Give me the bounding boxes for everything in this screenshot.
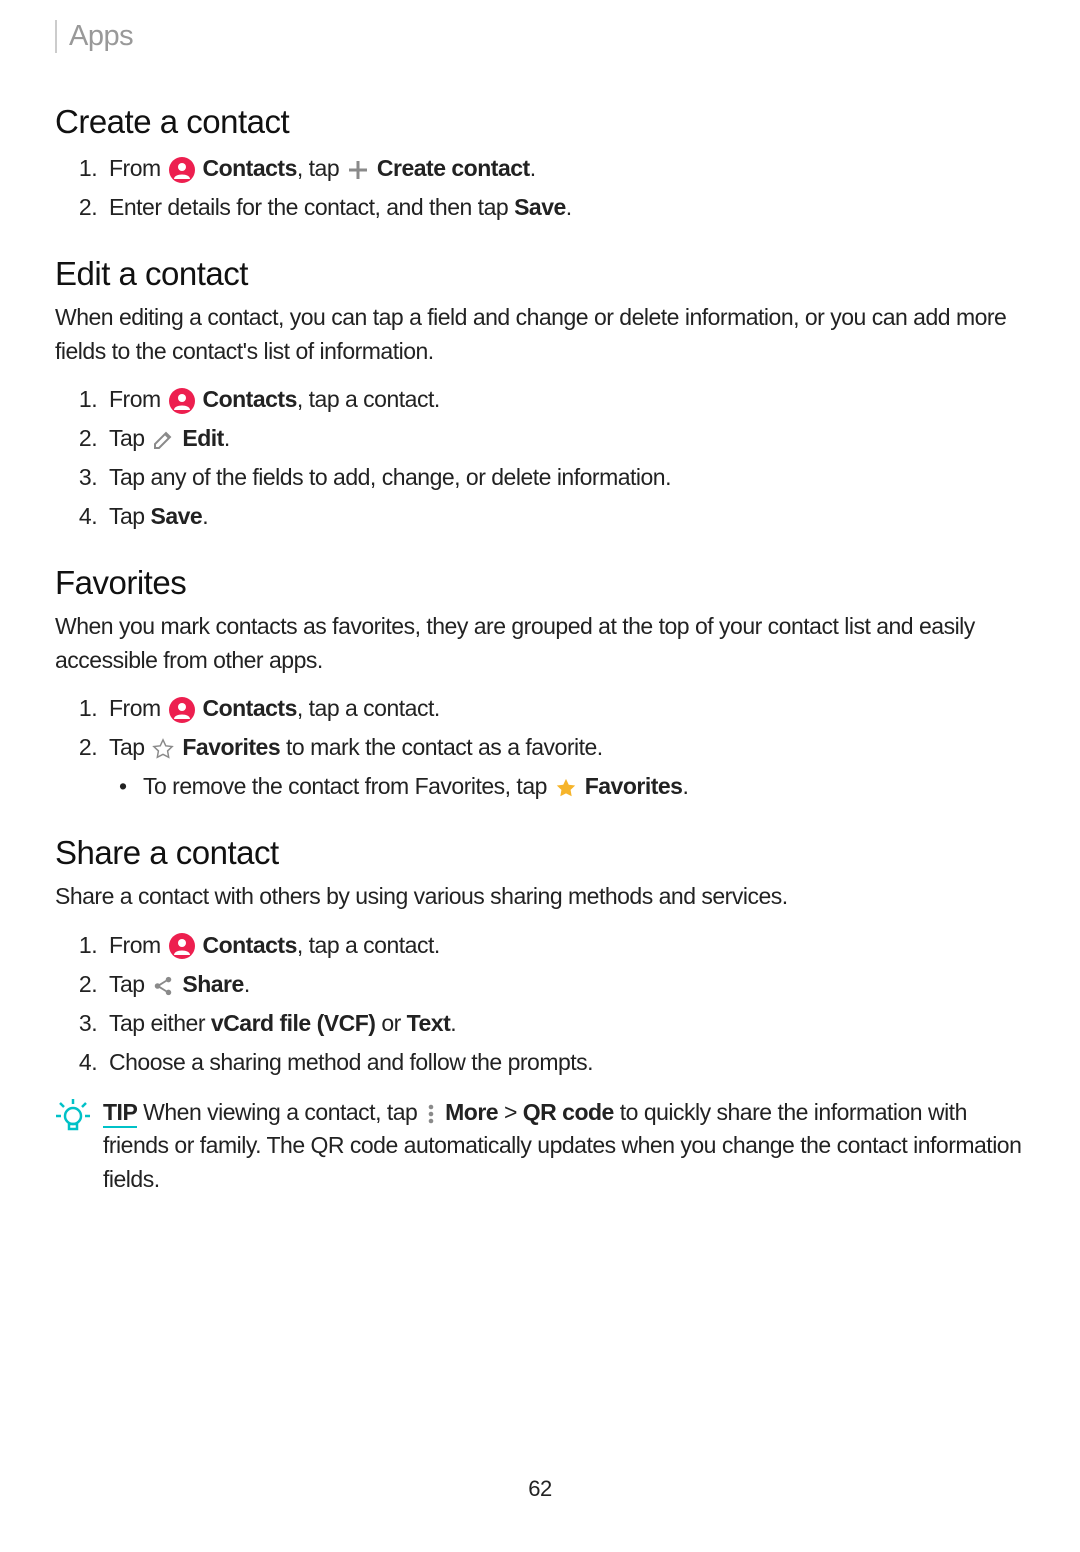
- breadcrumb: Apps: [55, 20, 1025, 53]
- plus-icon: [347, 159, 369, 181]
- favorites-desc: When you mark contacts as favorites, the…: [55, 610, 1025, 677]
- contacts-icon: [169, 157, 195, 183]
- page-content: Apps Create a contact From Contacts, tap…: [0, 0, 1080, 1552]
- contacts-icon: [169, 697, 195, 723]
- contacts-icon: [169, 933, 195, 959]
- edit-step-1: From Contacts, tap a contact.: [103, 380, 1025, 419]
- lightbulb-icon: [55, 1098, 91, 1139]
- heading-edit: Edit a contact: [55, 255, 1025, 293]
- share-step-4: Choose a sharing method and follow the p…: [103, 1043, 1025, 1082]
- edit-step-4: Tap Save.: [103, 497, 1025, 536]
- share-step-1: From Contacts, tap a contact.: [103, 926, 1025, 965]
- edit-icon: [152, 429, 174, 451]
- share-desc: Share a contact with others by using var…: [55, 880, 1025, 913]
- share-icon: [152, 975, 174, 997]
- fav-step-1: From Contacts, tap a contact.: [103, 689, 1025, 728]
- star-outline-icon: [152, 738, 174, 760]
- page-number: 62: [55, 1476, 1025, 1502]
- heading-create: Create a contact: [55, 103, 1025, 141]
- tip-text: TIP When viewing a contact, tap More > Q…: [103, 1096, 1025, 1196]
- fav-step-2: Tap Favorites to mark the contact as a f…: [103, 728, 1025, 806]
- tip-box: TIP When viewing a contact, tap More > Q…: [55, 1096, 1025, 1196]
- edit-step-2: Tap Edit.: [103, 419, 1025, 458]
- contacts-icon: [169, 388, 195, 414]
- share-step-2: Tap Share.: [103, 965, 1025, 1004]
- star-filled-icon: [555, 777, 577, 799]
- fav-substep: To remove the contact from Favorites, ta…: [137, 767, 1025, 806]
- create-step-2: Enter details for the contact, and then …: [103, 188, 1025, 227]
- share-step-3: Tap either vCard file (VCF) or Text.: [103, 1004, 1025, 1043]
- heading-favorites: Favorites: [55, 564, 1025, 602]
- edit-step-3: Tap any of the fields to add, change, or…: [103, 458, 1025, 497]
- edit-desc: When editing a contact, you can tap a fi…: [55, 301, 1025, 368]
- more-vert-icon: [425, 1103, 437, 1125]
- create-step-1: From Contacts, tap Create contact.: [103, 149, 1025, 188]
- heading-share: Share a contact: [55, 834, 1025, 872]
